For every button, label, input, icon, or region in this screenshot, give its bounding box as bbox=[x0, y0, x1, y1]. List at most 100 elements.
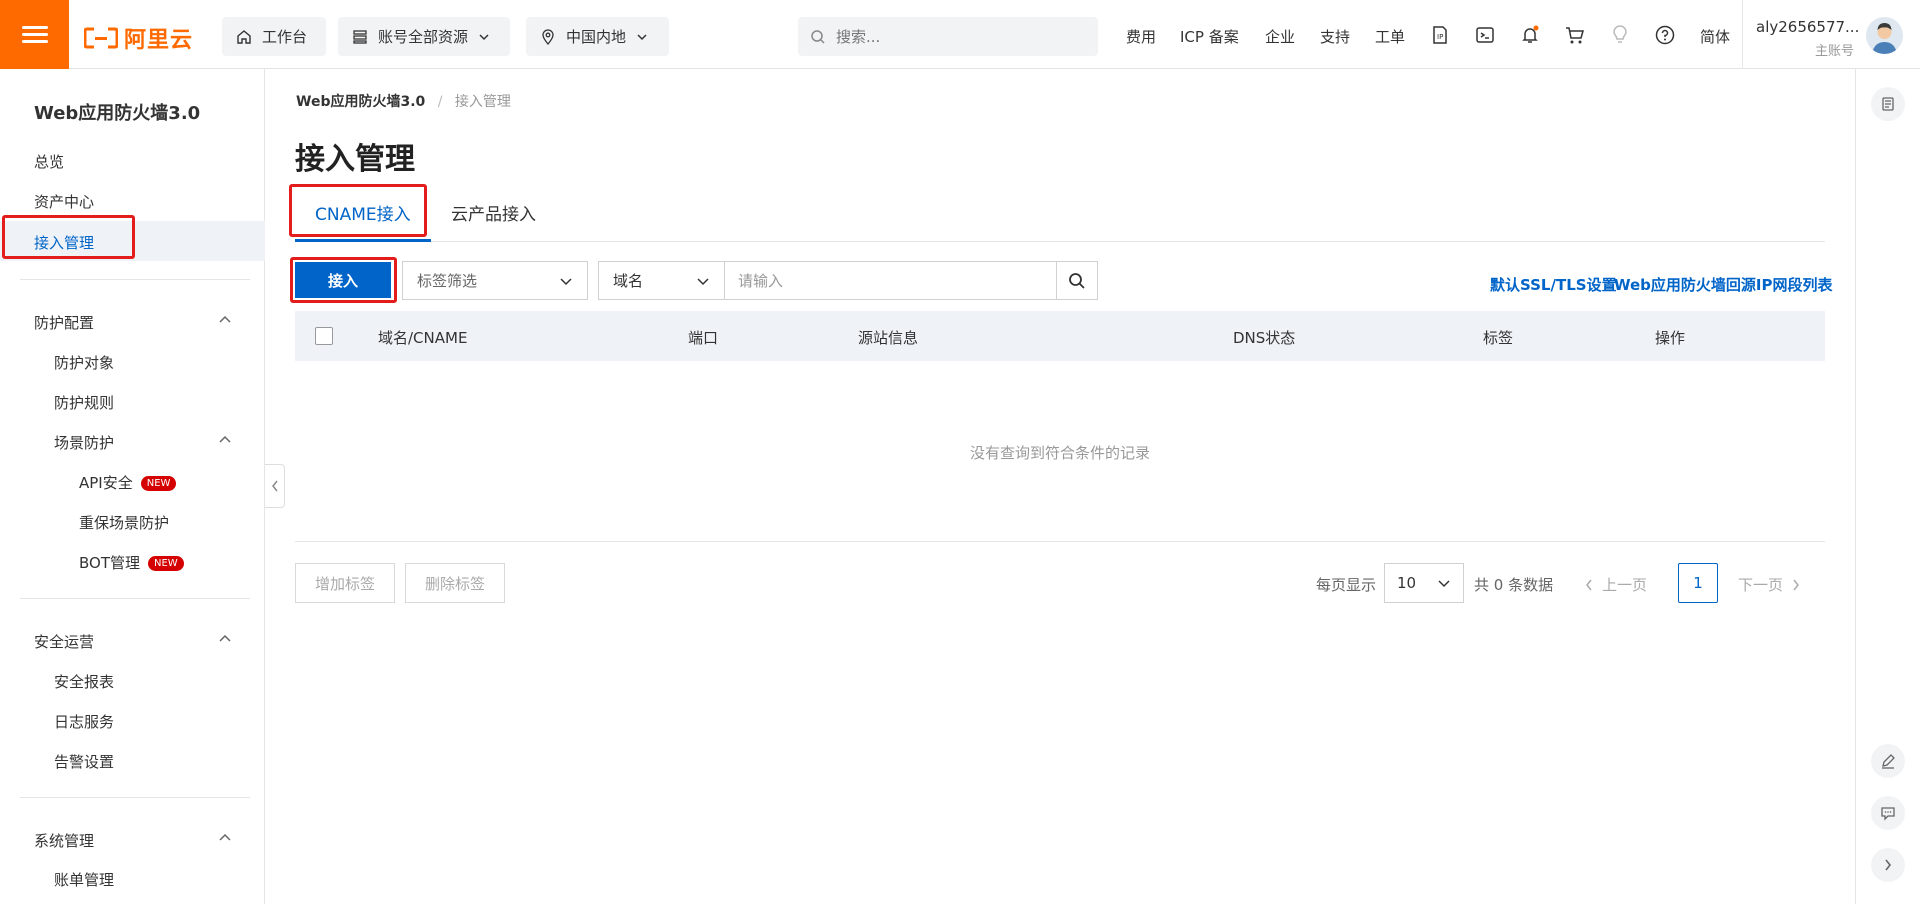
keyword-placeholder: 请输入 bbox=[738, 272, 784, 290]
logo-text: 阿里云 bbox=[124, 28, 194, 53]
sidebar-group-protection[interactable]: 防护配置 bbox=[34, 312, 94, 333]
search-icon bbox=[811, 29, 825, 44]
sidebar-item-label: BOT管理 bbox=[79, 554, 140, 572]
edit-button[interactable] bbox=[1871, 744, 1905, 778]
topnav-ticket[interactable]: 工单 bbox=[1375, 26, 1405, 47]
doc-button[interactable] bbox=[1871, 87, 1905, 121]
col-domain: 域名/CNAME bbox=[378, 329, 468, 347]
current-page[interactable]: 1 bbox=[1678, 563, 1718, 603]
account-name[interactable]: aly2656577... bbox=[1756, 18, 1859, 36]
sidebar-item-reports[interactable]: 安全报表 bbox=[54, 671, 114, 692]
next-page-button[interactable]: 下一页 bbox=[1738, 574, 1801, 595]
sidebar-item-key-scene[interactable]: 重保场景防护 bbox=[79, 512, 169, 533]
sidebar-item-protected-objects[interactable]: 防护对象 bbox=[54, 352, 114, 373]
sidebar-item-billing[interactable]: 账单管理 bbox=[54, 869, 114, 890]
sidebar-divider bbox=[20, 279, 250, 280]
tag-filter-select[interactable]: 标签筛选 bbox=[402, 261, 588, 300]
add-tag-button[interactable]: 增加标签 bbox=[295, 563, 395, 603]
remove-tag-button[interactable]: 删除标签 bbox=[405, 563, 505, 603]
keyword-search-button[interactable] bbox=[1056, 261, 1098, 300]
sidebar-item-assets[interactable]: 资产中心 bbox=[34, 191, 94, 212]
origin-ip-list-link[interactable]: Web应用防火墙回源IP网段列表 bbox=[1614, 274, 1833, 295]
sidebar-item-protection-rules[interactable]: 防护规则 bbox=[54, 392, 114, 413]
topnav-icp[interactable]: ICP 备案 bbox=[1180, 26, 1239, 47]
select-all-checkbox[interactable] bbox=[315, 327, 333, 345]
language-switch[interactable]: 简体 bbox=[1700, 26, 1730, 47]
sidebar-item-api-security[interactable]: API安全 NEW bbox=[79, 472, 177, 493]
sidebar-group-ops[interactable]: 安全运营 bbox=[34, 631, 94, 652]
sidebar-group-system[interactable]: 系统管理 bbox=[34, 830, 94, 851]
location-icon bbox=[542, 28, 554, 45]
global-search[interactable] bbox=[798, 17, 1098, 56]
sidebar-group-scene[interactable]: 场景防护 bbox=[54, 432, 114, 453]
sidebar-item-label: API安全 bbox=[79, 474, 133, 492]
total-count: 共 0 条数据 bbox=[1474, 576, 1554, 594]
chevron-left-icon bbox=[271, 480, 278, 492]
help-icon[interactable] bbox=[1654, 24, 1676, 46]
region-label: 中国内地 bbox=[566, 28, 627, 46]
topnav-fees[interactable]: 费用 bbox=[1126, 26, 1156, 47]
chevron-right-icon bbox=[1885, 859, 1892, 871]
tab-cloud-product[interactable]: 云产品接入 bbox=[451, 200, 536, 225]
cart-icon[interactable] bbox=[1564, 24, 1586, 46]
sidebar: Web应用防火墙3.0 总览 资产中心 接入管理 防护配置 防护对象 防护规则 … bbox=[0, 69, 265, 904]
expand-rail-button[interactable] bbox=[1871, 848, 1905, 882]
chevron-down-icon bbox=[1438, 580, 1450, 588]
region-selector[interactable]: 中国内地 bbox=[526, 17, 669, 56]
lightbulb-icon[interactable] bbox=[1609, 24, 1631, 46]
chevron-up-icon[interactable] bbox=[218, 831, 232, 845]
account-divider bbox=[1742, 0, 1743, 69]
table-bottom-border bbox=[295, 541, 1825, 542]
sidebar-item-alerts[interactable]: 告警设置 bbox=[54, 751, 114, 772]
breadcrumb-separator: / bbox=[437, 94, 443, 110]
feedback-button[interactable] bbox=[1871, 796, 1905, 830]
aliyun-logo[interactable]: 阿里云 bbox=[84, 22, 193, 54]
aliyun-logo-icon bbox=[84, 27, 118, 49]
col-tags: 标签 bbox=[1483, 329, 1514, 347]
bell-icon[interactable] bbox=[1519, 24, 1541, 46]
page-size-value: 10 bbox=[1397, 574, 1417, 592]
topnav-support[interactable]: 支持 bbox=[1320, 26, 1350, 47]
col-origin: 源站信息 bbox=[858, 329, 919, 347]
tab-underline bbox=[295, 241, 1825, 242]
resource-label: 账号全部资源 bbox=[378, 28, 469, 46]
terminal-icon[interactable] bbox=[1474, 24, 1496, 46]
edit-icon bbox=[1882, 754, 1895, 769]
avatar[interactable] bbox=[1866, 17, 1903, 54]
global-search-input[interactable] bbox=[836, 27, 1076, 46]
sidebar-item-overview[interactable]: 总览 bbox=[34, 151, 64, 172]
chevron-down-icon bbox=[560, 277, 572, 285]
chevron-left-icon bbox=[1586, 579, 1592, 590]
highlight-box-tab bbox=[289, 184, 427, 237]
search-icon bbox=[1069, 272, 1085, 289]
hamburger-icon bbox=[21, 22, 48, 47]
icp-doc-icon[interactable]: IP bbox=[1429, 24, 1451, 46]
sidebar-item-bot[interactable]: BOT管理 NEW bbox=[79, 552, 184, 573]
ssl-settings-link[interactable]: 默认SSL/TLS设置 bbox=[1490, 274, 1617, 295]
sidebar-collapse-toggle[interactable] bbox=[265, 464, 285, 508]
new-badge: NEW bbox=[148, 556, 184, 571]
prev-page-button[interactable]: 上一页 bbox=[1584, 574, 1647, 595]
chevron-up-icon[interactable] bbox=[218, 433, 232, 447]
menu-button[interactable] bbox=[0, 0, 69, 69]
next-page-label: 下一页 bbox=[1738, 576, 1784, 594]
page-title: 接入管理 bbox=[295, 142, 415, 177]
topnav-enterprise[interactable]: 企业 bbox=[1265, 26, 1295, 47]
sidebar-title: Web应用防火墙3.0 bbox=[34, 103, 201, 124]
keyword-input[interactable]: 请输入 bbox=[724, 261, 1057, 300]
chevron-up-icon[interactable] bbox=[218, 632, 232, 646]
breadcrumb-root[interactable]: Web应用防火墙3.0 bbox=[296, 94, 425, 110]
workbench-button[interactable]: 工作台 bbox=[222, 17, 326, 56]
highlight-box-sidebar bbox=[2, 215, 135, 259]
chevron-down-icon bbox=[697, 277, 709, 285]
new-badge: NEW bbox=[140, 476, 177, 491]
highlight-box-button bbox=[290, 257, 397, 303]
breadcrumb-current: 接入管理 bbox=[454, 94, 511, 110]
resource-selector[interactable]: 账号全部资源 bbox=[338, 17, 510, 56]
page-size-select[interactable]: 10 bbox=[1384, 563, 1464, 603]
chevron-up-icon[interactable] bbox=[218, 313, 232, 327]
field-select[interactable]: 域名 bbox=[598, 261, 725, 300]
sidebar-item-logs[interactable]: 日志服务 bbox=[54, 711, 114, 732]
workbench-label: 工作台 bbox=[262, 28, 308, 46]
prev-page-label: 上一页 bbox=[1602, 576, 1648, 594]
